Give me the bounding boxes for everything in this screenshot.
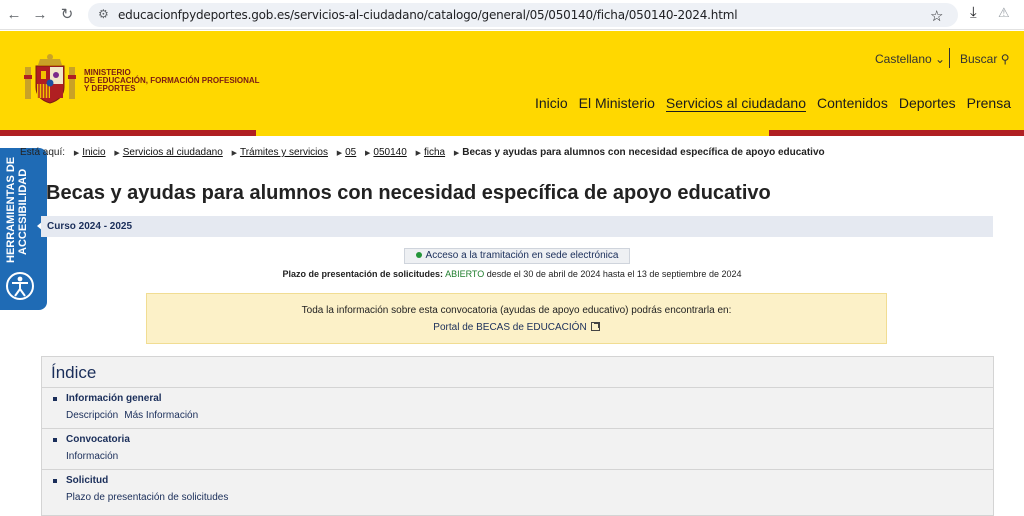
bullet-icon: [53, 479, 57, 483]
status-dot-icon: [415, 252, 422, 259]
chevron-right-icon: ▶: [231, 150, 237, 157]
reload-icon[interactable]: ↻: [57, 5, 77, 25]
becas-portal-link[interactable]: Portal de BECAS de EDUCACIÓN: [147, 322, 886, 333]
ministry-name[interactable]: MINISTERIO DE EDUCACIÓN, FORMACIÓN PROFE…: [84, 69, 260, 93]
index-panel: Índice Información general Descripción Má…: [41, 356, 994, 516]
header-stripe-yellow: [256, 130, 769, 136]
download-icon[interactable]: ⤓: [970, 4, 977, 21]
index-section: Información general Descripción Más Infor…: [42, 387, 993, 428]
ministry-line-3: Y DEPORTES: [84, 84, 136, 93]
breadcrumb-tramites[interactable]: Trámites y servicios: [240, 147, 328, 158]
bullet-icon: [53, 438, 57, 442]
bullet-icon: [53, 397, 57, 401]
search-icon: ⚲: [1000, 52, 1010, 66]
chevron-right-icon: ▶: [415, 150, 421, 157]
index-section: Solicitud Plazo de presentación de solic…: [42, 469, 993, 510]
breadcrumb: Está aquí: ▶ Inicio ▶ Servicios al ciudada…: [20, 147, 825, 158]
course-label: Curso 2024 - 2025: [47, 221, 133, 232]
index-title: Índice: [51, 363, 97, 382]
chevron-right-icon: ▶: [365, 150, 371, 157]
browser-toolbar: ← → ↻ ⚙ educacionfpydeportes.gob.es/serv…: [0, 0, 1024, 30]
site-settings-icon[interactable]: ⚙: [98, 7, 109, 21]
back-icon[interactable]: ←: [4, 5, 24, 25]
accessibility-label: HERRAMIENTAS DE ACCESIBILIDAD: [5, 157, 29, 263]
forward-icon[interactable]: →: [30, 5, 50, 25]
extension-icon[interactable]: ⚠: [998, 5, 1010, 21]
url-text[interactable]: educacionfpydeportes.gob.es/servicios-al…: [118, 8, 738, 22]
index-section-links: Información: [66, 451, 124, 462]
chevron-right-icon: ▶: [114, 150, 120, 157]
index-link-descripcion[interactable]: Descripción: [66, 410, 118, 421]
electronic-office-button[interactable]: Acceso a la tramitación en sede electrón…: [404, 248, 630, 264]
deadline-label: Plazo de presentación de solicitudes:: [282, 269, 444, 279]
breadcrumb-050140[interactable]: 050140: [373, 147, 406, 158]
menu-item-deportes[interactable]: Deportes: [899, 95, 956, 112]
site-header: MINISTERIO DE EDUCACIÓN, FORMACIÓN PROFE…: [0, 31, 1024, 130]
deadline-info: Plazo de presentación de solicitudes: AB…: [0, 269, 1024, 279]
index-section-links: Plazo de presentación de solicitudes: [66, 492, 234, 503]
info-text: Toda la información sobre esta convocato…: [301, 305, 732, 316]
breadcrumb-05[interactable]: 05: [345, 147, 356, 158]
accessibility-label-line-2: ACCESIBILIDAD: [17, 168, 29, 255]
index-section-title[interactable]: Convocatoria: [66, 434, 130, 445]
address-bar[interactable]: ⚙ educacionfpydeportes.gob.es/servicios-…: [88, 3, 958, 27]
language-label: Castellano: [875, 52, 932, 66]
menu-item-inicio[interactable]: Inicio: [535, 95, 568, 112]
becas-portal-link-label: Portal de BECAS de EDUCACIÓN: [433, 322, 587, 333]
chevron-right-icon: ▶: [73, 150, 80, 157]
deadline-status-badge: ABIERTO: [445, 269, 485, 279]
index-section: Convocatoria Información: [42, 428, 993, 469]
menu-item-prensa[interactable]: Prensa: [967, 95, 1011, 112]
index-link-informacion[interactable]: Información: [66, 451, 118, 462]
breadcrumb-servicios[interactable]: Servicios al ciudadano: [123, 147, 223, 158]
search-button[interactable]: Buscar ⚲: [960, 52, 1010, 66]
electronic-office-label: Acceso a la tramitación en sede electrón…: [425, 250, 619, 261]
header-divider: [949, 48, 950, 68]
chevron-down-icon: ⌄: [935, 52, 946, 66]
external-link-icon: [590, 322, 600, 331]
main-menu: Inicio El Ministerio Servicios al ciudad…: [535, 95, 1011, 112]
course-bar: Curso 2024 - 2025: [41, 216, 993, 237]
breadcrumb-current: Becas y ayudas para alumnos con necesida…: [462, 147, 825, 158]
breadcrumb-inicio[interactable]: Inicio: [82, 147, 105, 158]
breadcrumb-ficha[interactable]: ficha: [424, 147, 445, 158]
index-section-title[interactable]: Información general: [66, 393, 162, 404]
header-stripe-red: [769, 130, 1024, 136]
header-stripe-red: [0, 130, 256, 136]
menu-item-el-ministerio[interactable]: El Ministerio: [579, 95, 655, 112]
info-notice-box: Toda la información sobre esta convocato…: [146, 293, 887, 344]
index-section-title[interactable]: Solicitud: [66, 475, 108, 486]
bookmark-star-icon[interactable]: ☆: [930, 7, 943, 25]
menu-item-contenidos[interactable]: Contenidos: [817, 95, 888, 112]
search-label: Buscar: [960, 52, 998, 66]
index-section-links: Descripción Más Información: [66, 410, 204, 421]
page-title: Becas y ayudas para alumnos con necesida…: [46, 182, 771, 204]
deadline-dates: desde el 30 de abril de 2024 hasta el 13…: [486, 269, 742, 279]
chevron-right-icon: ▶: [336, 150, 343, 157]
menu-item-servicios-al-ciudadano[interactable]: Servicios al ciudadano: [665, 95, 806, 112]
accessibility-label-line-1: HERRAMIENTAS DE: [5, 156, 17, 263]
accessibility-tools-tab[interactable]: HERRAMIENTAS DE ACCESIBILIDAD: [0, 148, 47, 310]
index-link-plazo[interactable]: Plazo de presentación de solicitudes: [66, 492, 228, 503]
index-link-mas-informacion[interactable]: Más Información: [124, 410, 198, 421]
language-selector[interactable]: Castellano ⌄: [875, 52, 945, 66]
breadcrumb-prefix: Está aquí:: [20, 147, 66, 158]
chevron-right-icon: ▶: [453, 150, 460, 157]
coat-of-arms-logo[interactable]: [24, 53, 76, 107]
